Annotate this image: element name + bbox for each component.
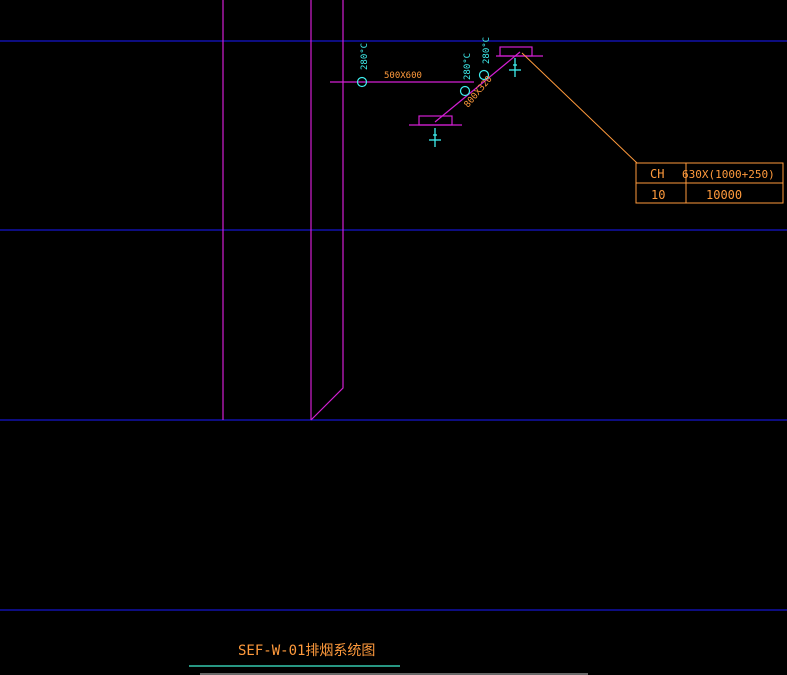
shafts (222, 0, 344, 421)
cad-drawing-canvas: 280°C 280°C 280°C 500X600 800X320 CH 630… (0, 0, 787, 675)
smoke-shaft-outline (310, 0, 344, 421)
damper-2-temp-label: 280°C (463, 53, 473, 80)
damper-3-temp-label: 280°C (482, 37, 492, 64)
fire-damper-2 (459, 85, 471, 97)
damper-labels: 280°C 280°C 280°C (360, 37, 492, 80)
damper-1-temp-label: 280°C (360, 43, 370, 70)
equipment-table-cell-r2c1: 10 (651, 188, 665, 202)
equipment-table-cell-r1c2: 630X(1000+250) (682, 168, 775, 181)
equipment-table-cell-r1c1: CH (650, 167, 664, 181)
exhaust-outlet-lower (418, 115, 453, 126)
drawing-title: SEF-W-01排烟系统图 (238, 643, 375, 659)
duct-labels: 500X600 800X320 (384, 71, 495, 110)
floor-lines (0, 40, 787, 611)
equipment-table-cell-r2c2: 10000 (706, 188, 742, 202)
outlet-arrow-lower (429, 128, 441, 147)
main-duct-size-label: 500X600 (384, 71, 422, 81)
equipment-table-text: CH 630X(1000+250) 10 10000 (650, 167, 775, 202)
outlet-arrow-upper (509, 58, 521, 77)
equipment-leader-line (521, 52, 638, 164)
